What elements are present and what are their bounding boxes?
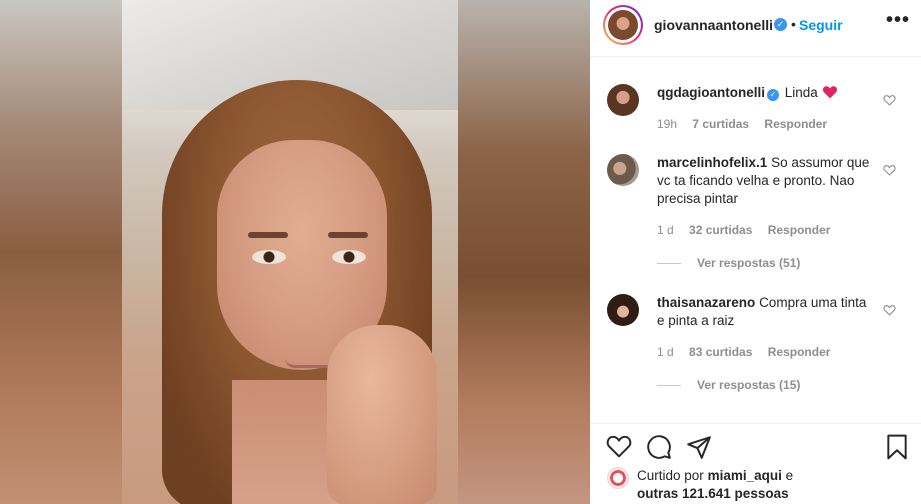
replies-divider: [657, 384, 681, 386]
comment-username[interactable]: marcelinhofelix.1: [657, 155, 767, 170]
view-replies-label[interactable]: Ver respostas (15): [697, 378, 800, 392]
post-header: giovannaantonelli ✓ • Seguir •••: [590, 0, 921, 57]
photo-left-eye: [252, 250, 286, 264]
comments-list[interactable]: qgdagioantonelli ✓ Linda 19h 7 curtidas R…: [590, 58, 921, 423]
photo-left-brow: [248, 232, 288, 238]
post-photo[interactable]: [122, 0, 458, 504]
follow-button[interactable]: Seguir: [799, 17, 843, 33]
comment-time[interactable]: 19h: [657, 117, 677, 131]
likes-prefix: Curtido por: [637, 468, 704, 483]
avatar-ring-inner: [605, 7, 641, 43]
author-avatar-image: [608, 10, 638, 40]
comment-meta: 1 d 83 curtidas Responder: [657, 345, 842, 359]
reply-button[interactable]: Responder: [768, 345, 831, 359]
comment-text: Linda: [784, 85, 818, 100]
likes-summary: Curtido por miami_aqui e outras 121.641 …: [590, 463, 921, 504]
like-comment-icon[interactable]: [883, 164, 897, 178]
comment-meta: 19h 7 curtidas Responder: [657, 117, 839, 131]
comment-text-block: thaisanazareno Compra uma tinta e pinta …: [657, 294, 877, 330]
commenter-avatar[interactable]: [607, 84, 639, 116]
share-plane-icon[interactable]: [686, 434, 712, 460]
comment-text-block: qgdagioantonelli ✓ Linda: [657, 84, 877, 104]
view-replies-button[interactable]: Ver respostas (51): [657, 256, 800, 270]
comment-likes[interactable]: 83 curtidas: [689, 345, 752, 359]
likes-others-link[interactable]: outras 121.641 pessoas: [637, 486, 789, 501]
commenter-avatar[interactable]: [607, 294, 639, 326]
author-username[interactable]: giovannaantonelli: [654, 17, 773, 33]
comment-likes[interactable]: 32 curtidas: [689, 223, 752, 237]
verified-icon: ✓: [767, 89, 779, 101]
photo-right-eye: [332, 250, 366, 264]
comment-time[interactable]: 1 d: [657, 223, 674, 237]
author-avatar[interactable]: [603, 5, 643, 45]
comment-username[interactable]: thaisanazareno: [657, 295, 755, 310]
likes-text: Curtido por miami_aqui e outras 121.641 …: [637, 467, 907, 503]
reply-button[interactable]: Responder: [764, 117, 827, 131]
post-media[interactable]: [0, 0, 590, 504]
comment-meta: 1 d 32 curtidas Responder: [657, 223, 842, 237]
verified-icon: ✓: [774, 18, 787, 31]
like-comment-icon[interactable]: [883, 304, 897, 318]
post-side-panel: giovannaantonelli ✓ • Seguir ••• qgdagio…: [590, 0, 921, 504]
reply-button[interactable]: Responder: [768, 223, 831, 237]
separator-dot: •: [791, 16, 796, 32]
view-replies-button[interactable]: Ver respostas (15): [657, 378, 800, 392]
photo-right-brow: [328, 232, 368, 238]
liker-avatar[interactable]: [607, 467, 629, 489]
liker-username[interactable]: miami_aqui: [708, 468, 782, 483]
media-blur-left: [0, 0, 122, 504]
comment-likes[interactable]: 7 curtidas: [692, 117, 749, 131]
like-comment-icon[interactable]: [883, 94, 897, 108]
view-replies-label[interactable]: Ver respostas (51): [697, 256, 800, 270]
like-heart-icon[interactable]: [606, 434, 632, 460]
red-heart-emoji: [822, 85, 838, 104]
more-options-button[interactable]: •••: [886, 9, 910, 32]
save-bookmark-icon[interactable]: [886, 434, 912, 460]
comment-bubble-icon[interactable]: [646, 434, 672, 460]
post-actions-bar: [590, 423, 921, 463]
comment-text-block: marcelinhofelix.1 So assumor que vc ta f…: [657, 154, 877, 208]
commenter-avatar[interactable]: [607, 154, 639, 186]
photo-hand: [327, 325, 437, 504]
likes-conjunction: e: [785, 468, 794, 483]
comment-time[interactable]: 1 d: [657, 345, 674, 359]
replies-divider: [657, 262, 681, 264]
media-blur-right: [458, 0, 590, 504]
comment-username[interactable]: qgdagioantonelli: [657, 85, 765, 100]
